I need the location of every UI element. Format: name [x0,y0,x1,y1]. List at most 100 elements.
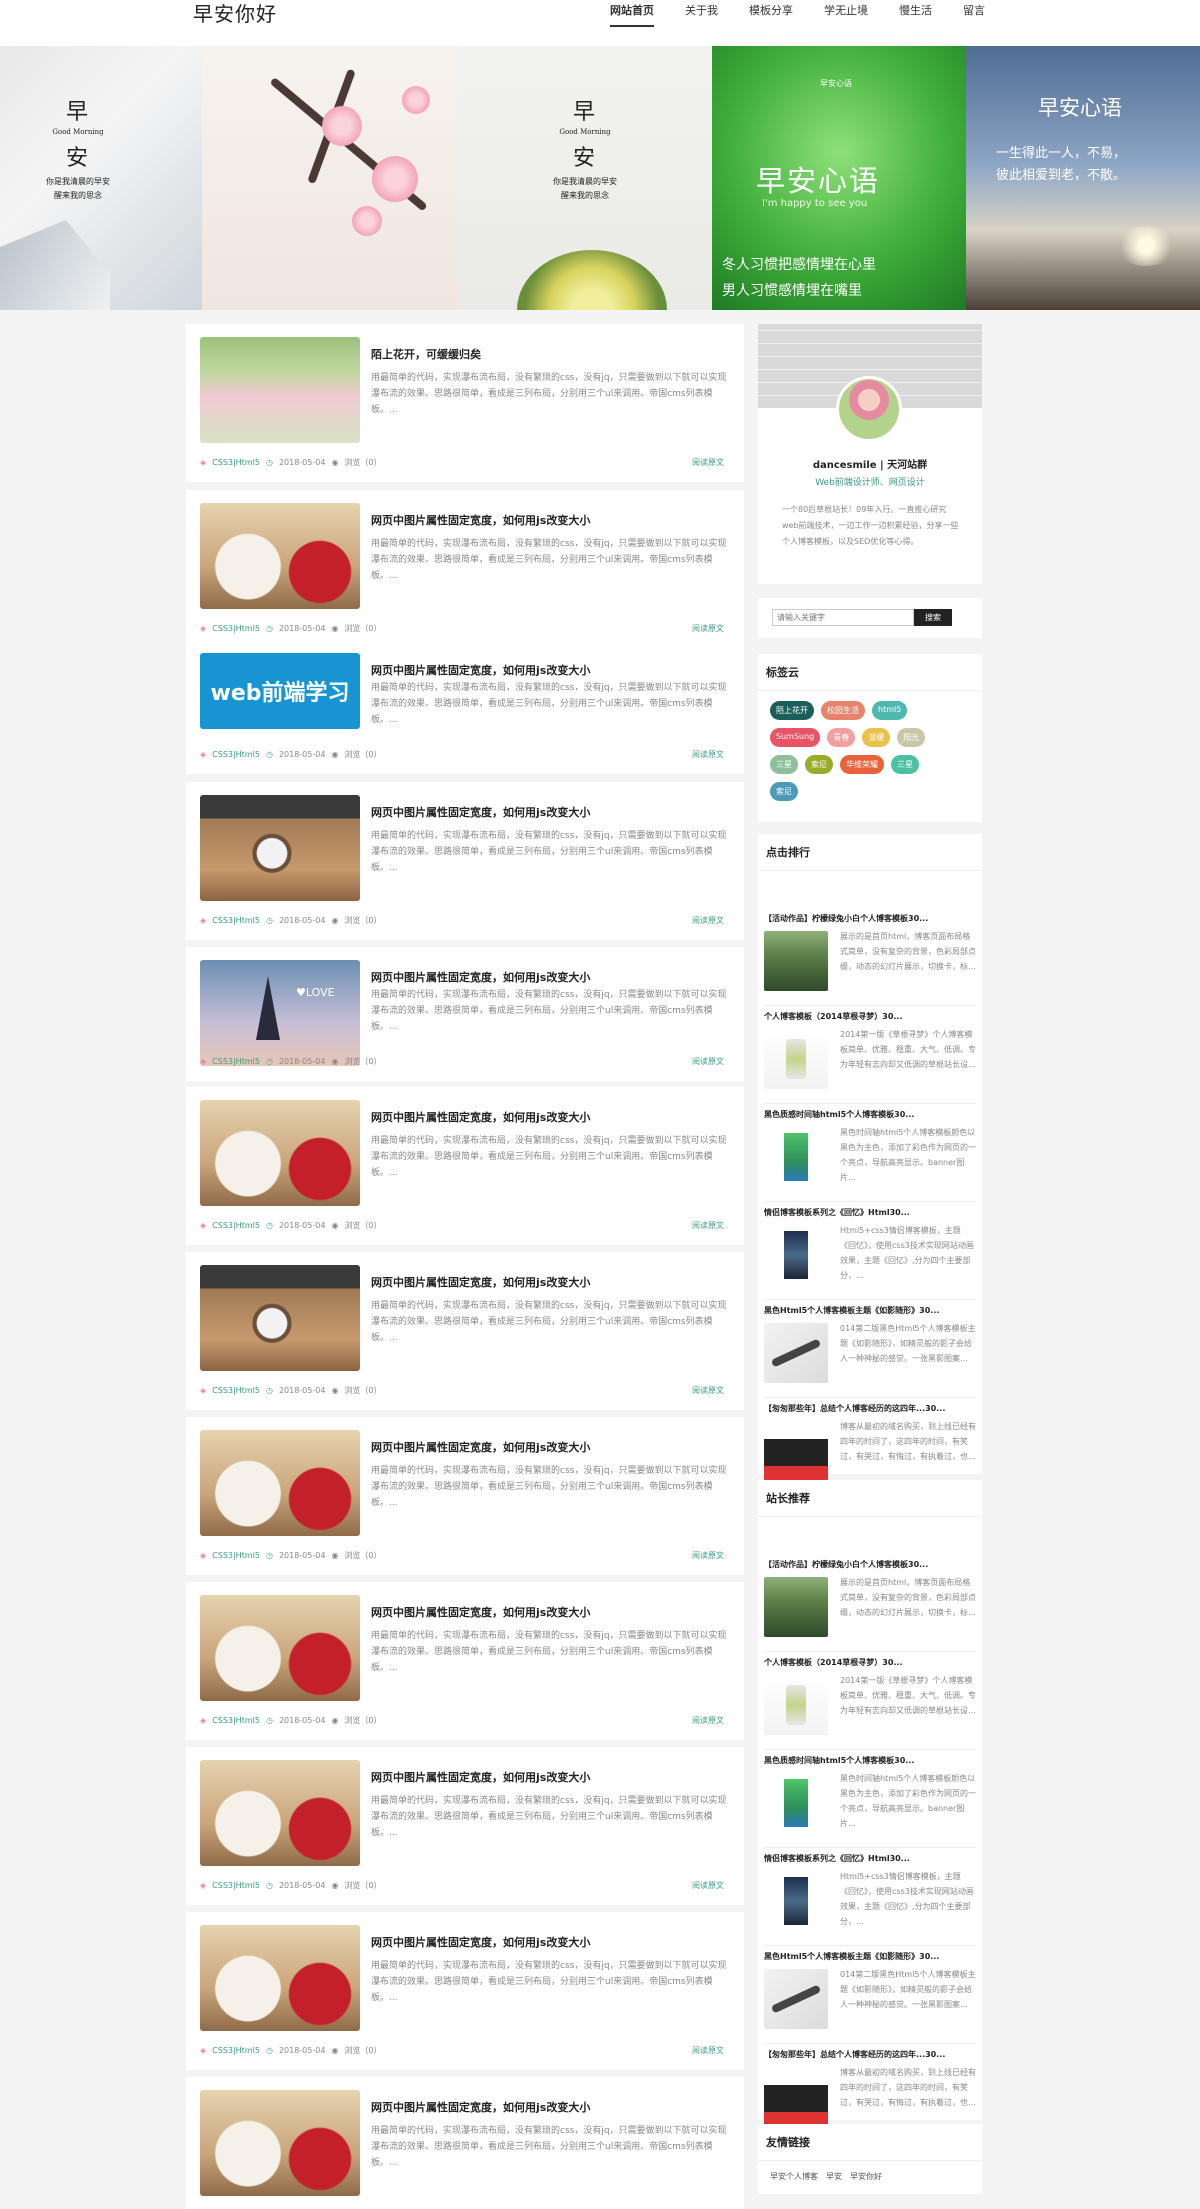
list-item-title[interactable]: 【匆匆那些年】总结个人博客经历的这四年...30... [764,1403,945,1414]
article-title[interactable]: 网页中图片属性固定宽度，如何用js改变大小 [371,1769,590,1785]
list-item-thumbnail[interactable] [764,1871,828,1931]
article-thumbnail[interactable] [200,1760,360,1866]
tag-pill[interactable]: 阳光 [897,728,926,747]
list-item-title[interactable]: 情侣博客模板系列之《回忆》Html30... [764,1853,910,1864]
article-category[interactable]: CSS3|Html5 [212,2046,260,2055]
article-title[interactable]: 网页中图片属性固定宽度，如何用js改变大小 [371,512,590,528]
article-thumbnail[interactable]: web前端学习 [200,653,360,729]
tag-pill[interactable]: 校园生活 [821,701,865,720]
read-more-link[interactable]: 阅读原文 [692,2045,724,2056]
article-thumbnail[interactable] [200,1925,360,2031]
read-more-link[interactable]: 阅读原文 [692,1056,724,1067]
article-title[interactable]: 陌上花开，可缓缓归矣 [371,346,481,362]
list-item-title[interactable]: 情侣博客模板系列之《回忆》Html30... [764,1207,910,1218]
article-thumbnail[interactable] [200,503,360,609]
article-card[interactable]: 网页中图片属性固定宽度，如何用js改变大小 用最简单的代码，实现瀑布流布局，没有繁… [186,1747,744,1905]
read-more-link[interactable]: 阅读原文 [692,1715,724,1726]
article-thumbnail[interactable] [200,1100,360,1206]
article-category[interactable]: CSS3|Html5 [212,750,260,759]
read-more-link[interactable]: 阅读原文 [692,749,724,760]
article-title[interactable]: 网页中图片属性固定宽度，如何用js改变大小 [371,1109,590,1125]
article-card[interactable]: 网页中图片属性固定宽度，如何用js改变大小 用最简单的代码，实现瀑布流布局，没有繁… [186,1417,744,1575]
nav-templates[interactable]: 模板分享 [749,5,793,27]
banner-slide-3[interactable]: 早 Good Morning 安 你是我清晨的早安 醒来我的思念 [457,46,712,310]
nav-guestbook[interactable]: 留言 [963,5,985,27]
article-card[interactable]: 网页中图片属性固定宽度，如何用js改变大小 用最简单的代码，实现瀑布流布局，没有繁… [186,1582,744,1740]
article-title[interactable]: 网页中图片属性固定宽度，如何用js改变大小 [371,2099,590,2115]
list-item-title[interactable]: 【活动作品】柠檬绿兔小白个人博客模板30... [764,913,928,924]
tag-pill[interactable]: 华维荣耀 [840,755,884,774]
avatar[interactable] [836,376,902,442]
nav-learning[interactable]: 学无止境 [824,5,868,27]
read-more-link[interactable]: 阅读原文 [692,1550,724,1561]
article-thumbnail[interactable] [200,1430,360,1536]
article-card[interactable]: web前端学习 网页中图片属性固定宽度，如何用js改变大小 用最简单的代码，实现瀑布… [186,640,744,774]
banner-slide-1[interactable]: 早 Good Morning 安 你是我清晨的早安 醒来我的思念 [0,46,202,310]
article-category[interactable]: CSS3|Html5 [212,624,260,633]
article-category[interactable]: CSS3|Html5 [212,916,260,925]
article-thumbnail[interactable] [200,1595,360,1701]
tag-pill[interactable]: SumSung [770,728,821,747]
tag-pill[interactable]: 索尼 [805,755,833,774]
list-item-thumbnail[interactable] [764,1675,828,1735]
tag-pill[interactable]: 三星 [891,755,919,774]
list-item-thumbnail[interactable] [764,931,828,991]
list-item-title[interactable]: 个人博客模板（2014草根寻梦）30... [764,1657,903,1668]
article-title[interactable]: 网页中图片属性固定宽度，如何用js改变大小 [371,1604,590,1620]
article-card[interactable]: 网页中图片属性固定宽度，如何用js改变大小 用最简单的代码，实现瀑布流布局，没有繁… [186,782,744,940]
list-item-thumbnail[interactable] [764,1773,828,1833]
site-logo[interactable]: 早安你好 [193,0,277,27]
tag-pill[interactable]: html5 [872,701,908,720]
article-title[interactable]: 网页中图片属性固定宽度，如何用js改变大小 [371,1274,590,1290]
article-card[interactable]: 陌上花开，可缓缓归矣 用最简单的代码，实现瀑布流布局，没有繁琐的css，没有jq，… [186,324,744,482]
article-category[interactable]: CSS3|Html5 [212,1386,260,1395]
banner-carousel[interactable]: 早 Good Morning 安 你是我清晨的早安 醒来我的思念 早 Good … [0,46,1200,310]
list-item-title[interactable]: 【匆匆那些年】总结个人博客经历的这四年...30... [764,2049,945,2060]
article-card[interactable]: 网页中图片属性固定宽度，如何用js改变大小 用最简单的代码，实现瀑布流布局，没有繁… [186,490,744,648]
list-item-title[interactable]: 个人博客模板（2014草根寻梦）30... [764,1011,903,1022]
friend-link[interactable]: 早安 [826,2171,842,2182]
list-item-thumbnail[interactable] [764,1577,828,1637]
read-more-link[interactable]: 阅读原文 [692,1385,724,1396]
article-thumbnail[interactable] [200,2090,360,2196]
read-more-link[interactable]: 阅读原文 [692,1880,724,1891]
read-more-link[interactable]: 阅读原文 [692,1220,724,1231]
list-item-title[interactable]: 黑色Html5个人博客模板主题《如影随形》30... [764,1951,939,1962]
article-card[interactable]: 网页中图片属性固定宽度，如何用js改变大小 用最简单的代码，实现瀑布流布局，没有繁… [186,2077,744,2209]
article-thumbnail[interactable]: ♥LOVE [200,960,360,1066]
list-item-title[interactable]: 黑色质感时间轴html5个人博客模板30... [764,1109,914,1120]
nav-slow-life[interactable]: 慢生活 [899,5,932,27]
banner-slide-4[interactable]: 早安心语 早安心语 I'm happy to see you 冬人习惯把感情埋在… [712,46,966,310]
banner-slide-2[interactable] [202,46,457,310]
tag-pill[interactable]: 索尼 [770,782,798,801]
read-more-link[interactable]: 阅读原文 [692,457,724,468]
list-item-thumbnail[interactable] [764,1969,828,2029]
search-button[interactable]: 搜索 [914,609,952,626]
read-more-link[interactable]: 阅读原文 [692,915,724,926]
friend-link[interactable]: 早安个人博客 [770,2171,818,2182]
search-input[interactable] [772,609,914,626]
banner-slide-5[interactable]: 早安心语 一生得此一人，不易， 彼此相爱到老，不散。 [966,46,1200,310]
article-category[interactable]: CSS3|Html5 [212,1221,260,1230]
list-item-title[interactable]: 【活动作品】柠檬绿兔小白个人博客模板30... [764,1559,928,1570]
article-card[interactable]: 网页中图片属性固定宽度，如何用js改变大小 用最简单的代码，实现瀑布流布局，没有繁… [186,1087,744,1245]
article-thumbnail[interactable] [200,337,360,443]
list-item-thumbnail[interactable] [764,1323,828,1383]
list-item-thumbnail[interactable] [764,1225,828,1285]
article-category[interactable]: CSS3|Html5 [212,1881,260,1890]
article-title[interactable]: 网页中图片属性固定宽度，如何用js改变大小 [371,1439,590,1455]
article-thumbnail[interactable] [200,1265,360,1371]
nav-home[interactable]: 网站首页 [610,5,654,27]
list-item-thumbnail[interactable] [764,1127,828,1187]
read-more-link[interactable]: 阅读原文 [692,623,724,634]
tag-pill[interactable]: 青春 [827,728,856,747]
article-category[interactable]: CSS3|Html5 [212,1551,260,1560]
article-title[interactable]: 网页中图片属性固定宽度，如何用js改变大小 [371,969,590,985]
list-item-title[interactable]: 黑色Html5个人博客模板主题《如影随形》30... [764,1305,939,1316]
tag-pill[interactable]: 温暖 [862,728,891,747]
list-item-thumbnail[interactable] [764,1029,828,1089]
friend-link[interactable]: 早安你好 [850,2171,882,2182]
article-title[interactable]: 网页中图片属性固定宽度，如何用js改变大小 [371,804,590,820]
list-item-title[interactable]: 黑色质感时间轴html5个人博客模板30... [764,1755,914,1766]
article-card[interactable]: ♥LOVE 网页中图片属性固定宽度，如何用js改变大小 用最简单的代码，实现瀑布流布… [186,947,744,1081]
